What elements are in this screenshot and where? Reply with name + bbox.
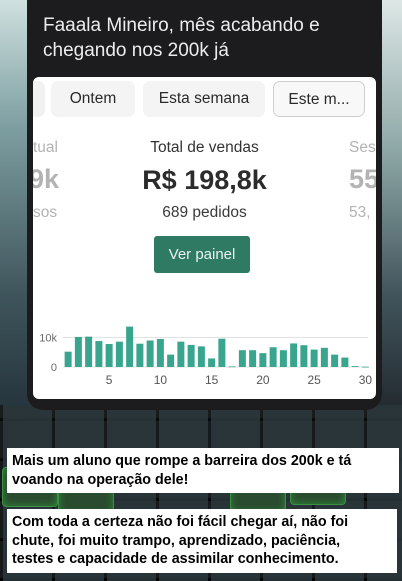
view-dashboard-button[interactable]: Ver painel [154,236,250,273]
chart-bar [259,353,267,367]
tab-hidden-left[interactable] [33,81,45,117]
chart-bar [300,345,308,367]
chart-bar [249,350,257,367]
x-tick-label: 15 [205,373,219,387]
chart-bar [156,339,164,367]
chart-bar [197,346,205,367]
orders-count: 689 pedidos [162,204,247,221]
chart-bar [218,338,226,367]
chart-bar [208,358,216,367]
message-line-2: chegando nos 200k já [43,40,229,61]
chart-bar [167,354,175,367]
tab-esta-semana[interactable]: Esta semana [143,81,265,117]
caption-body: Com toda a certeza não foi fácil chegar … [7,509,397,573]
caption-2-line-3: testes e capacidade de assimilar conheci… [12,551,339,567]
chart-bar [238,350,246,367]
chart-bar [269,347,277,367]
chart-bar [95,341,103,367]
chart-bar [361,366,369,368]
chart-bar [64,351,72,367]
caption-highlight: Mais um aluno que rompe a barreira dos 2… [7,448,399,493]
x-tick-label: 25 [307,373,321,387]
chart-bar [187,344,195,367]
message-text: Faaala Mineiro, mês acabando e chegando … [43,13,363,63]
sales-chart: 0 10k 5 10 15 20 25 30 [39,326,373,387]
chart-bar [105,344,113,367]
tab-este-mes[interactable]: Este m... [273,81,365,117]
period-tabs: Ontem Esta semana Este m... [33,81,376,117]
y-tick-label: 0 [51,362,57,374]
total-sales-title: Total de vendas [150,139,259,156]
chart-bar [310,349,318,367]
chart-bar [290,343,298,367]
chart-bar [228,366,236,368]
chart-ticks: 5 10 15 20 25 30 [106,373,373,387]
caption-2-line-2: chute, foi muito trampo, aprendizado, pa… [12,532,341,549]
x-tick-label: 5 [106,373,113,387]
chart-bar [136,343,144,367]
chart-bars [64,326,369,368]
chart-bar [146,340,154,367]
x-tick-label: 10 [154,373,168,387]
sales-card: Ontem Esta semana Este m... tual 9k sos … [33,77,376,399]
tab-ontem[interactable]: Ontem [51,81,135,117]
background-left [0,0,30,420]
chart-bar [351,366,359,367]
caption-1-line-1: Mais um aluno que rompe a barreira dos 2… [12,453,352,469]
y-tick-label: 10k [39,333,57,345]
total-sales-value: R$ 198,8k [142,165,267,195]
chart-bar [341,357,349,367]
caption-1-line-2: voando na operação dele! [12,471,189,488]
chart-bar [331,354,339,367]
caption-2-line-1: Com toda a certeza não foi fácil chegar … [12,514,349,530]
message-line-1: Faaala Mineiro, mês acabando e [43,15,320,36]
chart-bar [126,326,134,367]
chart-bar [320,347,328,367]
x-tick-label: 30 [359,373,373,387]
x-tick-label: 20 [256,373,270,387]
chart-bar [279,350,287,367]
chart-bar [115,341,123,367]
chart-bar [74,336,82,367]
chart-bar [177,341,185,367]
chart-bar [85,336,93,367]
